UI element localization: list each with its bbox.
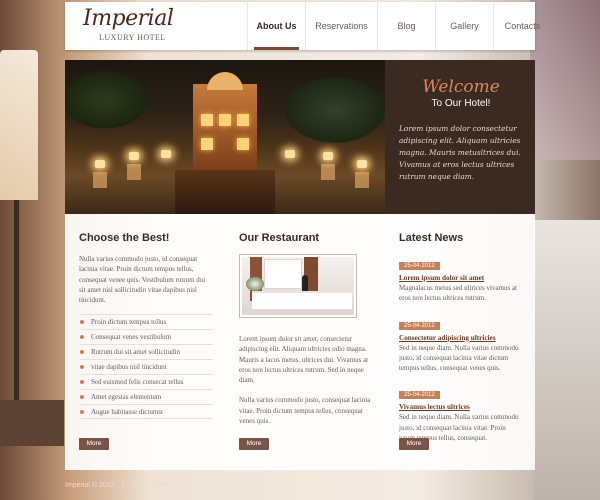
logo[interactable]: Imperial LUXURY HOTEL bbox=[83, 6, 174, 46]
background-nightstand bbox=[0, 400, 64, 446]
news-text: Magnalacus metus sed ultrices vivamus at… bbox=[399, 284, 517, 303]
choose-bullet-list: Proin dictum tempus tellus Consequat ven… bbox=[79, 314, 213, 420]
restaurant-column: Our Restaurant Lorem ipsum dolor sit ame… bbox=[225, 214, 385, 470]
news-text: Sed in neque diam. Nulla varius commodo … bbox=[399, 343, 519, 373]
hero-building bbox=[193, 72, 257, 174]
list-item[interactable]: Amet egestas elementum bbox=[79, 389, 213, 404]
header: Imperial LUXURY HOTEL About Us Reservati… bbox=[65, 2, 540, 50]
news-date-badge: 25-04-2012 bbox=[399, 391, 440, 400]
news-more-button[interactable]: More bbox=[399, 438, 429, 450]
site-container: Imperial LUXURY HOTEL About Us Reservati… bbox=[65, 0, 540, 500]
hero-pool bbox=[175, 170, 275, 214]
background-lamp-pole bbox=[14, 200, 19, 430]
hero-light bbox=[161, 150, 171, 158]
restaurant-text: Lorem ipsum dolor sit amet, consectetur … bbox=[239, 335, 369, 385]
footer-separator: | bbox=[122, 482, 125, 489]
footer-copyright: Imperial © 2012 bbox=[65, 482, 115, 489]
list-item[interactable]: vitae dapibus nisl tincidunt bbox=[79, 359, 213, 374]
hero-window bbox=[219, 114, 231, 126]
restaurant-text-secondary: Nulla varius commodo justo, consequat la… bbox=[239, 396, 371, 426]
news-column: Latest News 25-04-2012 Lorem ipsum dolor… bbox=[385, 214, 535, 470]
news-date-badge: 25-04-2012 bbox=[399, 321, 440, 330]
news-link[interactable]: Vivamus lectus ultrices bbox=[399, 402, 523, 412]
restaurant-photo bbox=[242, 257, 354, 315]
content-area: Choose the Best! Nulla varius commodo ju… bbox=[65, 214, 535, 470]
welcome-title: Welcome bbox=[422, 77, 500, 97]
background-bed bbox=[534, 220, 600, 500]
news-item: 25-04-2012 Consectetur adipiscing ultric… bbox=[399, 314, 523, 374]
news-item: 25-04-2012 Lorem ipsum dolor sit amet Ma… bbox=[399, 254, 523, 304]
hero-light bbox=[323, 152, 333, 160]
restaurant-more-button[interactable]: More bbox=[239, 438, 269, 450]
restaurant-table bbox=[252, 291, 352, 309]
restaurant-title: Our Restaurant bbox=[239, 232, 320, 244]
hero-light bbox=[285, 150, 295, 158]
nav-about-us[interactable]: About Us bbox=[247, 2, 305, 50]
restaurant-image[interactable] bbox=[239, 254, 357, 318]
hero-window bbox=[237, 138, 249, 150]
choose-more-button[interactable]: More bbox=[79, 438, 109, 450]
welcome-text: Lorem ipsum dolor consectetur adipiscing… bbox=[399, 124, 521, 181]
choose-column: Choose the Best! Nulla varius commodo ju… bbox=[65, 214, 225, 470]
list-item[interactable]: Sed euismod felis consecat tellus bbox=[79, 374, 213, 389]
hero-planter bbox=[321, 164, 335, 180]
logo-name: Imperial bbox=[83, 6, 174, 31]
restaurant-flowers bbox=[246, 277, 264, 291]
list-item[interactable]: Augue habitasse dictumst bbox=[79, 404, 213, 420]
nav-gallery[interactable]: Gallery bbox=[435, 2, 493, 50]
hero-light bbox=[129, 152, 139, 160]
news-link[interactable]: Lorem ipsum dolor sit amet bbox=[399, 273, 523, 283]
welcome-subtitle: To Our Hotel! bbox=[431, 98, 491, 109]
logo-tagline: LUXURY HOTEL bbox=[99, 33, 166, 42]
hero-window bbox=[201, 138, 213, 150]
background-lamp-shade bbox=[0, 50, 38, 200]
news-date-badge: 25-04-2012 bbox=[399, 262, 440, 270]
hero-light bbox=[357, 160, 367, 168]
nav-contacts[interactable]: Contacts bbox=[493, 2, 551, 50]
hero-hotel-image bbox=[65, 60, 385, 214]
choose-text: Nulla varius commodo justo, id consequat… bbox=[79, 255, 206, 305]
list-item[interactable]: Consequat venes vestibulum bbox=[79, 329, 213, 344]
news-link[interactable]: Consectetur adipiscing ultricies bbox=[399, 333, 523, 343]
privacy-policy-link[interactable]: Privacy Policy bbox=[132, 482, 176, 489]
hero-window bbox=[201, 114, 213, 126]
news-title: Latest News bbox=[399, 232, 464, 244]
main-nav: About Us Reservations Blog Gallery Conta… bbox=[247, 2, 551, 50]
nav-blog[interactable]: Blog bbox=[377, 2, 435, 50]
hero-window bbox=[237, 114, 249, 126]
nav-reservations[interactable]: Reservations bbox=[305, 2, 377, 50]
hero-planter bbox=[93, 172, 107, 188]
hero-planter bbox=[355, 172, 369, 188]
list-item[interactable]: Proin dictum tempus tellus bbox=[79, 314, 213, 329]
welcome-panel: Welcome To Our Hotel! Lorem ipsum dolor … bbox=[385, 60, 535, 214]
restaurant-window bbox=[264, 259, 302, 289]
hero-planter bbox=[127, 164, 141, 180]
footer: Imperial © 2012 | Privacy Policy bbox=[65, 470, 535, 500]
hero-light bbox=[95, 160, 105, 168]
list-item[interactable]: Rutrum dui sit amet sollicitudin bbox=[79, 344, 213, 359]
choose-title: Choose the Best! bbox=[79, 232, 170, 244]
news-item: 25-04-2012 Vivamus lectus ultrices Sed i… bbox=[399, 383, 523, 443]
